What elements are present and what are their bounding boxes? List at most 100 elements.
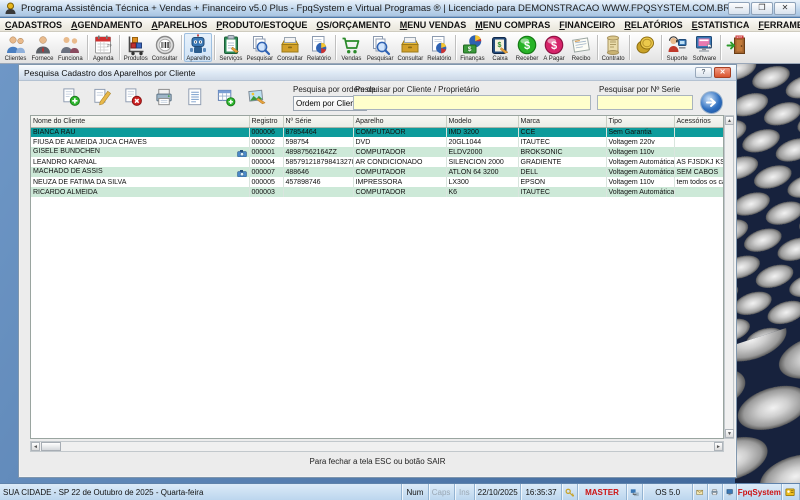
employee-icon — [61, 37, 80, 53]
serial-search-input[interactable] — [597, 95, 693, 110]
toolbar-button-clientes[interactable]: Clientes — [2, 33, 29, 62]
toolbar-button-exit-door[interactable]: EXIT — [723, 33, 750, 62]
toolbar-button-software[interactable]: Software — [691, 33, 719, 62]
table-row[interactable]: FIUSA DE ALMEIDA JUCA CHAVES 000002 598754… — [31, 137, 723, 147]
edit-record-button[interactable] — [90, 84, 114, 110]
cell-registro: 000007 — [249, 167, 284, 177]
toolbar-button-agenda[interactable]: 29 Agenda — [90, 33, 117, 62]
pie-report-icon — [311, 36, 327, 54]
menu-item-agendamento[interactable]: AGENDAMENTO — [71, 20, 142, 30]
toolbar-button-vendas[interactable]: Vendas — [338, 33, 365, 62]
toolbar-button-produtos[interactable]: Produtos — [122, 33, 150, 62]
table-row[interactable]: NEUZA DE FATIMA DA SILVA 000005 457898746 I… — [31, 177, 723, 187]
panel-help-button[interactable]: ? — [695, 67, 712, 78]
badge-icon — [782, 484, 800, 500]
menu-item-estatistica[interactable]: ESTATISTICA — [692, 20, 750, 30]
cell-aparelho: COMPUTADOR — [353, 147, 447, 157]
delete-record-icon — [124, 87, 142, 106]
cell-marca: ITAUTEC — [518, 187, 607, 197]
delete-record-button[interactable] — [121, 84, 145, 110]
client-search-input[interactable] — [353, 95, 591, 110]
monitor-icon — [723, 484, 738, 500]
export-image-button[interactable] — [245, 84, 269, 110]
menu-item-menu-vendas[interactable]: MENU VENDAS — [400, 20, 467, 30]
toolbar-button-caixa[interactable]: $ Caixa — [487, 33, 514, 62]
toolbar-button-aparelho[interactable]: Aparelho — [184, 33, 213, 62]
toolbar-button-recibo[interactable]: Recibo — [568, 33, 595, 62]
minimize-button[interactable]: — — [728, 1, 750, 15]
menu-item-ferramentas[interactable]: FERRAMENTAS — [758, 20, 800, 30]
search-go-button[interactable] — [700, 91, 723, 114]
table-row[interactable]: BIANCA RAU 000006 87854464 COMPUTADOR IMD 32… — [31, 127, 723, 137]
photo-camera-icon — [236, 169, 247, 177]
cell-acessorios — [674, 137, 723, 147]
column-header[interactable]: Tipo — [606, 116, 675, 128]
cell-marca: BROKSONIC — [518, 147, 607, 157]
scroll-left-icon[interactable]: ◄ — [31, 442, 40, 451]
horizontal-scrollbar[interactable]: ◄ ► — [30, 441, 724, 452]
cell-acessorios: AS FJSDKJ KSA — [674, 157, 723, 167]
table-row[interactable]: RICARDO ALMEIDA 000003 COMPUTADOR K6 ITAUTEC… — [31, 187, 723, 197]
toolbar-button-relat-rio[interactable]: Relatório — [425, 33, 453, 62]
column-header[interactable]: Registro — [249, 116, 284, 128]
column-header[interactable]: Marca — [518, 116, 607, 128]
print-button[interactable] — [152, 84, 176, 110]
column-header[interactable]: Nome do Cliente — [31, 116, 250, 128]
toolbar-button-consultar[interactable]: Consultar — [275, 33, 305, 62]
cell-registro: 000004 — [249, 157, 284, 167]
cell-registro: 000006 — [249, 127, 284, 137]
toolbar-button-pesquisar[interactable]: Pesquisar — [365, 33, 396, 62]
toolbar-button-consultar[interactable]: Consultar — [150, 33, 180, 62]
toolbar-button-relat-rio[interactable]: Relatório — [305, 33, 333, 62]
calendar-icon: 29 — [95, 35, 112, 54]
scrollbar-thumb[interactable] — [41, 442, 61, 451]
toolbar-button-servi-os[interactable]: Serviços — [217, 33, 244, 62]
menu-item-menu-compras[interactable]: MENU COMPRAS — [475, 20, 550, 30]
status-city-date: SUA CIDADE - SP 22 de Outubro de 2025 - … — [0, 484, 403, 500]
toolbar-button-receber[interactable]: $ Receber — [514, 33, 541, 62]
scroll-right-icon[interactable]: ► — [714, 442, 723, 451]
toolbar-button-suporte[interactable]: Suporte — [664, 33, 691, 62]
toolbar-button-fornece[interactable]: Fornece — [29, 33, 56, 62]
menu-item-relat-rios[interactable]: RELATÓRIOS — [624, 20, 682, 30]
vertical-scrollbar[interactable]: ▲ ▼ — [724, 115, 734, 439]
scroll-down-icon[interactable]: ▼ — [725, 429, 734, 438]
column-header[interactable]: Acessórios — [674, 116, 723, 128]
pie-report-icon — [432, 36, 447, 54]
scroll-up-icon[interactable]: ▲ — [725, 116, 734, 125]
scroll-icon — [606, 35, 620, 55]
grid-add-button[interactable] — [214, 84, 238, 110]
table-row[interactable]: LEANDRO KARNAL00000458579121879841327897… — [31, 157, 723, 167]
close-button[interactable]: ✕ — [774, 1, 796, 15]
table-row[interactable]: GISELE BUNDCHEN 000001 48987562164ZZ COMPUT… — [31, 147, 723, 157]
column-header[interactable]: Modelo — [446, 116, 519, 128]
svg-text:$: $ — [524, 40, 530, 52]
cell-tipo: Voltagem 220v — [606, 137, 675, 147]
toolbar-button-consultar[interactable]: Consultar — [396, 33, 426, 62]
menu-item-os-or-amento[interactable]: OS/ORÇAMENTO — [316, 20, 390, 30]
main-titlebar: Programa Assistência Técnica + Vendas + … — [0, 0, 800, 17]
column-header[interactable]: Aparelho — [353, 116, 447, 128]
menu-item-cadastros[interactable]: CADASTROS — [5, 20, 62, 30]
toolbar-button-a-pagar[interactable]: $ A Pagar — [541, 33, 568, 62]
column-header[interactable]: Nº Série — [283, 116, 354, 128]
menu-item-financeiro[interactable]: FINANCEIRO — [559, 20, 615, 30]
toolbar-button-finan-as[interactable]: $ Finanças — [458, 33, 486, 62]
maximize-button[interactable]: ❐ — [751, 1, 773, 15]
add-record-button[interactable] — [59, 84, 83, 110]
cell-tipo: Voltagem Automática — [606, 187, 675, 197]
table-row[interactable]: MACHADO DE ASSIS 000007 488646 COMPUTADOR AT… — [31, 167, 723, 177]
search-pages-icon — [252, 36, 270, 56]
cell-marca: GRADIENTE — [518, 157, 607, 167]
toolbar-button-pesquisar[interactable]: Pesquisar — [244, 33, 275, 62]
svg-text:EXIT: EXIT — [736, 35, 742, 39]
panel-close-button[interactable]: ✕ — [714, 67, 731, 78]
status-os-5-0: OS 5.0 — [643, 484, 694, 500]
toolbar-button-coin[interactable] — [632, 33, 659, 62]
toolbar-button-contrato[interactable]: Contrato — [600, 33, 627, 62]
report-doc-button[interactable] — [183, 84, 207, 110]
cell-acessorios — [674, 187, 723, 197]
menu-item-produto-estoque[interactable]: PRODUTO/ESTOQUE — [216, 20, 307, 30]
toolbar-button-funciona[interactable]: Funciona — [56, 33, 85, 62]
menu-item-aparelhos[interactable]: APARELHOS — [151, 20, 207, 30]
